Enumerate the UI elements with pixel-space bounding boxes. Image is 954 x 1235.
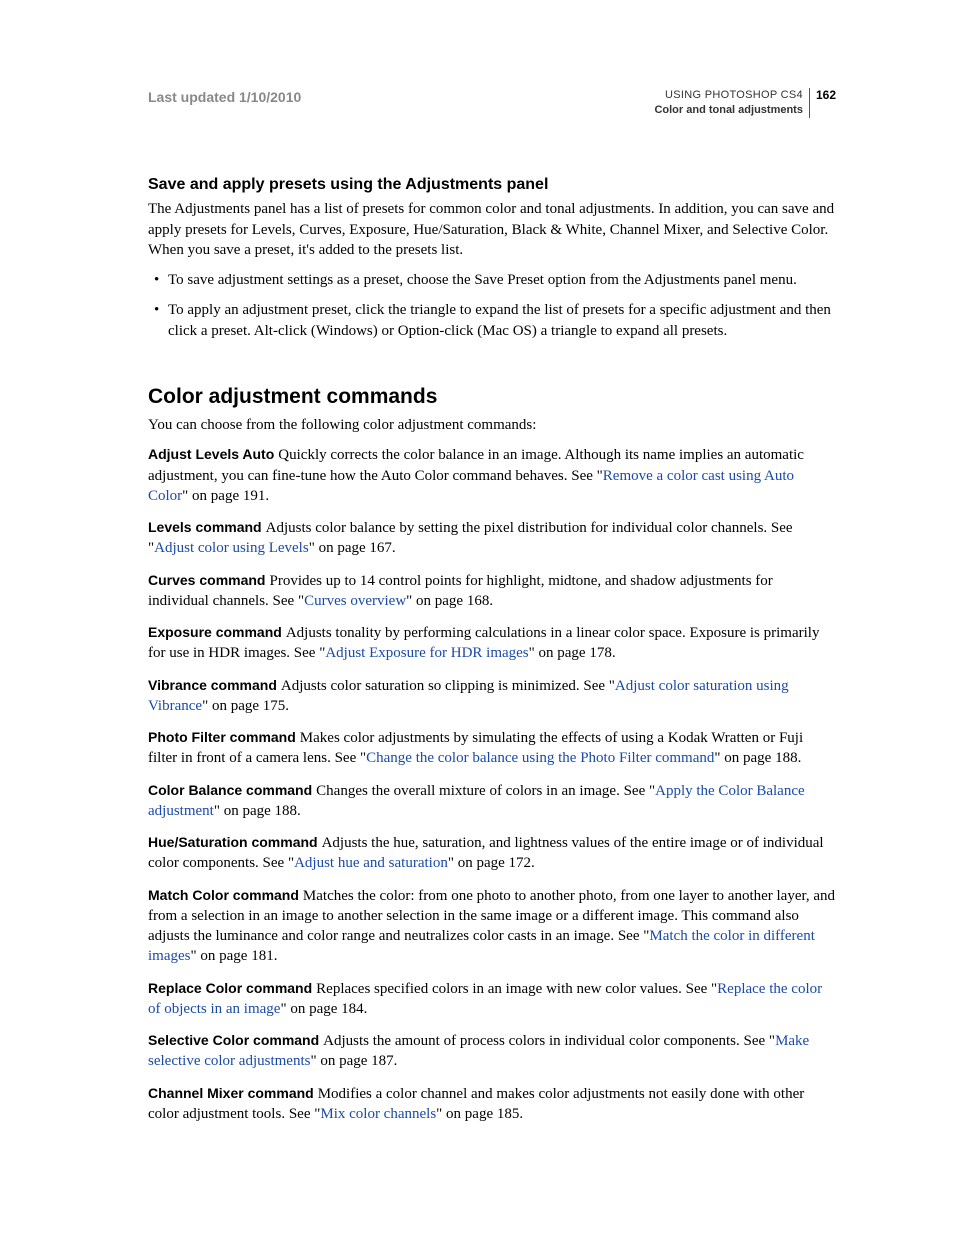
command-description-tail: " on page 188. [714,750,801,766]
doc-title: USING PHOTOSHOP CS4 [654,88,803,103]
command-name: Curves command [148,572,265,588]
command-description-tail: " on page 168. [406,593,493,609]
command-block: Selective Color commandAdjusts the amoun… [148,1031,836,1072]
command-name: Levels command [148,519,262,535]
command-name: Exposure command [148,624,282,640]
command-name: Color Balance command [148,782,312,798]
bullet-list: To save adjustment settings as a preset,… [148,270,836,341]
cross-reference-link[interactable]: Adjust color using Levels [154,540,309,556]
command-description-tail: " on page 191. [182,488,269,504]
list-item: To save adjustment settings as a preset,… [148,270,836,290]
page-number: 162 [816,88,836,102]
header-meta: USING PHOTOSHOP CS4 Color and tonal adju… [654,88,809,118]
command-block: Photo Filter commandMakes color adjustme… [148,728,836,769]
command-block: Replace Color commandReplaces specified … [148,979,836,1020]
command-description-tail: " on page 188. [214,803,301,819]
command-block: Vibrance commandAdjusts color saturation… [148,676,836,717]
document-page: Last updated 1/10/2010 USING PHOTOSHOP C… [0,0,954,1235]
body-paragraph: You can choose from the following color … [148,415,836,435]
command-name: Replace Color command [148,980,312,996]
subsection-heading: Save and apply presets using the Adjustm… [148,174,836,196]
body-paragraph: The Adjustments panel has a list of pres… [148,199,836,260]
command-definitions: Adjust Levels AutoQuickly corrects the c… [148,445,836,1124]
page-header: Last updated 1/10/2010 USING PHOTOSHOP C… [148,88,836,118]
cross-reference-link[interactable]: Curves overview [304,593,406,609]
command-description-tail: " on page 181. [191,948,278,964]
cross-reference-link[interactable]: Adjust Exposure for HDR images [325,645,528,661]
command-name: Vibrance command [148,677,277,693]
command-block: Hue/Saturation commandAdjusts the hue, s… [148,833,836,874]
command-description: Adjusts color saturation so clipping is … [281,678,615,694]
command-description-tail: " on page 178. [529,645,616,661]
section-heading: Color adjustment commands [148,383,836,411]
command-description-tail: " on page 167. [309,540,396,556]
command-name: Channel Mixer command [148,1085,314,1101]
cross-reference-link[interactable]: Adjust hue and saturation [294,855,448,871]
command-name: Hue/Saturation command [148,834,318,850]
command-description-tail: " on page 187. [310,1053,397,1069]
command-description-tail: " on page 185. [436,1106,523,1122]
command-block: Levels commandAdjusts color balance by s… [148,518,836,559]
chapter-title: Color and tonal adjustments [654,103,803,118]
command-description-tail: " on page 175. [202,698,289,714]
command-description: Adjusts the amount of process colors in … [323,1033,775,1049]
command-name: Adjust Levels Auto [148,446,274,462]
command-description-tail: " on page 184. [280,1001,367,1017]
command-name: Photo Filter command [148,729,296,745]
cross-reference-link[interactable]: Change the color balance using the Photo… [366,750,714,766]
list-item: To apply an adjustment preset, click the… [148,300,836,341]
command-description: Replaces specified colors in an image wi… [316,981,717,997]
command-block: Color Balance commandChanges the overall… [148,781,836,822]
header-divider [809,88,810,118]
command-block: Channel Mixer commandModifies a color ch… [148,1084,836,1125]
command-name: Selective Color command [148,1032,319,1048]
command-description-tail: " on page 172. [448,855,535,871]
command-block: Match Color commandMatches the color: fr… [148,886,836,967]
command-description: Changes the overall mixture of colors in… [316,783,655,799]
command-block: Exposure commandAdjusts tonality by perf… [148,623,836,664]
command-name: Match Color command [148,887,299,903]
command-block: Curves commandProvides up to 14 control … [148,571,836,612]
command-block: Adjust Levels AutoQuickly corrects the c… [148,445,836,506]
header-right: USING PHOTOSHOP CS4 Color and tonal adju… [654,88,836,118]
last-updated: Last updated 1/10/2010 [148,88,301,107]
cross-reference-link[interactable]: Mix color channels [320,1106,436,1122]
